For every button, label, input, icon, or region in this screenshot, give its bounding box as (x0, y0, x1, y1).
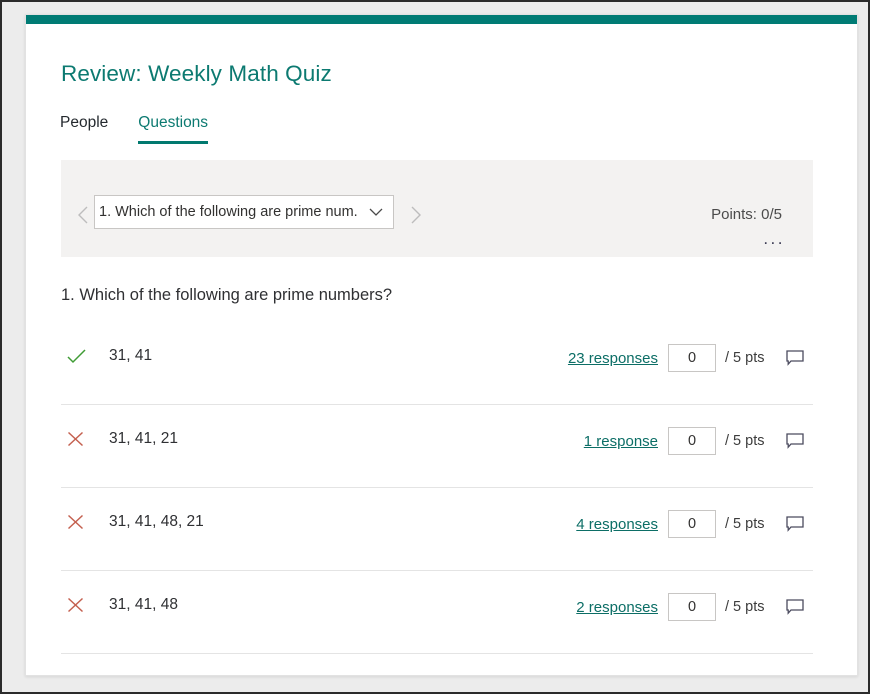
tab-people[interactable]: People (60, 114, 108, 144)
tab-active-underline (138, 141, 209, 144)
answer-row-right: 4 responses 0 / 5 pts (483, 510, 813, 538)
responses-link[interactable]: 4 responses (483, 516, 668, 533)
chevron-left-icon[interactable] (75, 204, 93, 226)
question-select-value: 1. Which of the following are prime num.… (99, 204, 359, 220)
answer-row: 31, 41, 48 2 responses 0 / 5 pts (61, 571, 813, 654)
answer-label: 31, 41 (109, 347, 153, 364)
answer-row-left: 31, 41, 48, 21 (61, 513, 204, 531)
responses-link[interactable]: 2 responses (483, 599, 668, 616)
score-suffix: / 5 pts (725, 350, 765, 366)
question-nav-panel: 1. Which of the following are prime num.… (61, 160, 813, 257)
question-select-dropdown[interactable]: 1. Which of the following are prime num.… (94, 195, 394, 229)
answer-row-right: 2 responses 0 / 5 pts (483, 593, 813, 621)
chevron-right-icon[interactable] (406, 204, 424, 226)
answer-row: 31, 41, 21 1 response 0 / 5 pts (61, 405, 813, 488)
responses-link[interactable]: 1 response (483, 433, 668, 450)
answer-row-left: 31, 41, 21 (61, 430, 178, 448)
points-label: Points: 0/5 (711, 206, 782, 223)
quiz-review-card: Review: Weekly Math Quiz People Question… (25, 14, 858, 676)
comment-bubble-icon[interactable] (777, 432, 813, 450)
score-input[interactable]: 0 (668, 344, 716, 372)
cross-icon (67, 431, 95, 447)
answer-label: 31, 41, 48, 21 (109, 513, 204, 530)
tab-bar: People Questions (60, 114, 238, 144)
checkmark-icon (67, 348, 95, 364)
more-options-button[interactable]: ... (763, 230, 785, 247)
cross-icon (67, 514, 95, 530)
accent-bar (26, 15, 857, 24)
answer-row-left: 31, 41, 48 (61, 596, 178, 614)
score-input[interactable]: 0 (668, 510, 716, 538)
answer-row-right: 1 response 0 / 5 pts (483, 427, 813, 455)
comment-bubble-icon[interactable] (777, 515, 813, 533)
question-text: 1. Which of the following are prime numb… (61, 286, 393, 304)
score-input[interactable]: 0 (668, 427, 716, 455)
score-suffix: / 5 pts (725, 433, 765, 449)
score-suffix: / 5 pts (725, 599, 765, 615)
screenshot-root: Review: Weekly Math Quiz People Question… (0, 0, 870, 694)
answer-row-left: 31, 41 (61, 347, 152, 365)
tab-questions[interactable]: Questions (138, 114, 209, 144)
answer-row-right: 23 responses 0 / 5 pts (483, 344, 813, 372)
answer-list: 31, 41 23 responses 0 / 5 pts 31, 41, 21… (61, 322, 813, 654)
answer-label: 31, 41, 48 (109, 596, 178, 613)
score-suffix: / 5 pts (725, 516, 765, 532)
cross-icon (67, 597, 95, 613)
chevron-down-icon[interactable] (359, 207, 393, 217)
tab-people-label: People (60, 114, 109, 131)
tab-questions-label: Questions (138, 114, 209, 131)
comment-bubble-icon[interactable] (777, 349, 813, 367)
comment-bubble-icon[interactable] (777, 598, 813, 616)
responses-link[interactable]: 23 responses (483, 350, 668, 367)
answer-row: 31, 41, 48, 21 4 responses 0 / 5 pts (61, 488, 813, 571)
page-title: Review: Weekly Math Quiz (61, 61, 332, 86)
answer-label: 31, 41, 21 (109, 430, 178, 447)
answer-row: 31, 41 23 responses 0 / 5 pts (61, 322, 813, 405)
question-nav-row: 1. Which of the following are prime num.… (61, 160, 813, 257)
score-input[interactable]: 0 (668, 593, 716, 621)
